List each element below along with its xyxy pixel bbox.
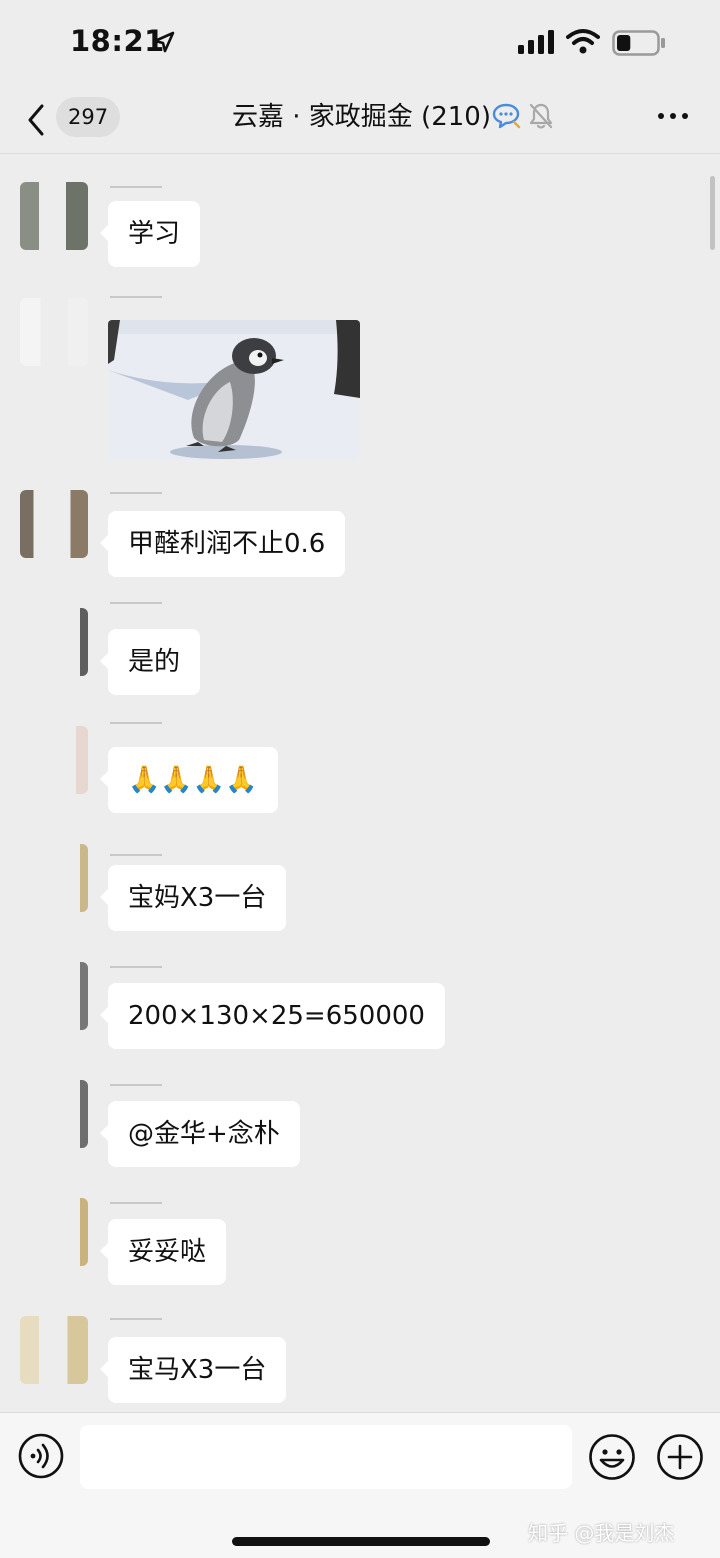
message-bubble[interactable]: 是的 (99, 629, 201, 695)
voice-icon[interactable] (18, 1433, 64, 1479)
message-bubble[interactable]: 甲醛利润不止0.6 (99, 511, 346, 577)
unread-count-badge[interactable]: 297 (56, 97, 121, 137)
scrollbar[interactable] (710, 176, 715, 250)
watermark: 知乎 @我是刘杰 (528, 1521, 675, 1545)
avatar[interactable] (20, 962, 88, 1030)
chat-bubble-icon (492, 103, 521, 129)
wifi-icon (566, 29, 600, 54)
sender-name (110, 492, 162, 498)
sender-name (110, 1202, 162, 1208)
status-time: 18:21 (70, 24, 165, 58)
message-bubble[interactable]: 妥妥哒 (99, 1219, 227, 1285)
message-bubble[interactable]: @金华+念朴 (100, 1101, 300, 1167)
sender-name (110, 722, 162, 728)
sender-name (110, 854, 162, 860)
cellular-signal-icon (518, 30, 554, 54)
status-bar: 18:21 (0, 0, 720, 88)
group-title[interactable]: 云嘉 · 家政掘金 (210) (232, 98, 491, 136)
avatar[interactable] (20, 298, 88, 366)
location-arrow-icon (153, 31, 175, 53)
message-bubble[interactable]: 🙏🙏🙏🙏 (100, 747, 278, 813)
penguin-sticker[interactable] (108, 320, 360, 460)
message-bubble[interactable]: 宝妈X3一台 (99, 865, 287, 931)
sender-name (110, 1318, 162, 1324)
avatar[interactable] (20, 1316, 88, 1384)
sender-name (110, 602, 162, 608)
avatar[interactable] (20, 1080, 88, 1148)
emoji-icon[interactable] (588, 1433, 636, 1481)
mute-bell-icon (529, 103, 553, 129)
chat-header: 297 云嘉 · 家政掘金 (210) (0, 88, 720, 154)
sender-name (110, 186, 162, 192)
plus-icon[interactable] (656, 1433, 704, 1481)
message-bubble[interactable]: 200×130×25=650000 (100, 983, 445, 1049)
avatar[interactable] (20, 608, 88, 676)
sender-name (110, 1084, 162, 1090)
penguin-sticker-image (108, 320, 360, 460)
avatar[interactable] (20, 490, 88, 558)
avatar[interactable] (20, 844, 88, 912)
home-indicator[interactable] (232, 1537, 490, 1546)
back-chevron-icon[interactable] (22, 100, 54, 140)
more-dots-icon[interactable] (656, 104, 690, 128)
avatar[interactable] (20, 182, 88, 250)
message-input[interactable] (80, 1425, 572, 1489)
sender-name (110, 296, 162, 302)
message-bubble[interactable]: 学习 (99, 201, 201, 267)
chat-input-bar: 知乎 @我是刘杰 (0, 1412, 720, 1558)
avatar[interactable] (20, 726, 88, 794)
message-bubble[interactable]: 宝马X3一台 (99, 1337, 287, 1403)
avatar[interactable] (20, 1198, 88, 1266)
battery-icon (612, 30, 665, 56)
sender-name (110, 966, 162, 972)
